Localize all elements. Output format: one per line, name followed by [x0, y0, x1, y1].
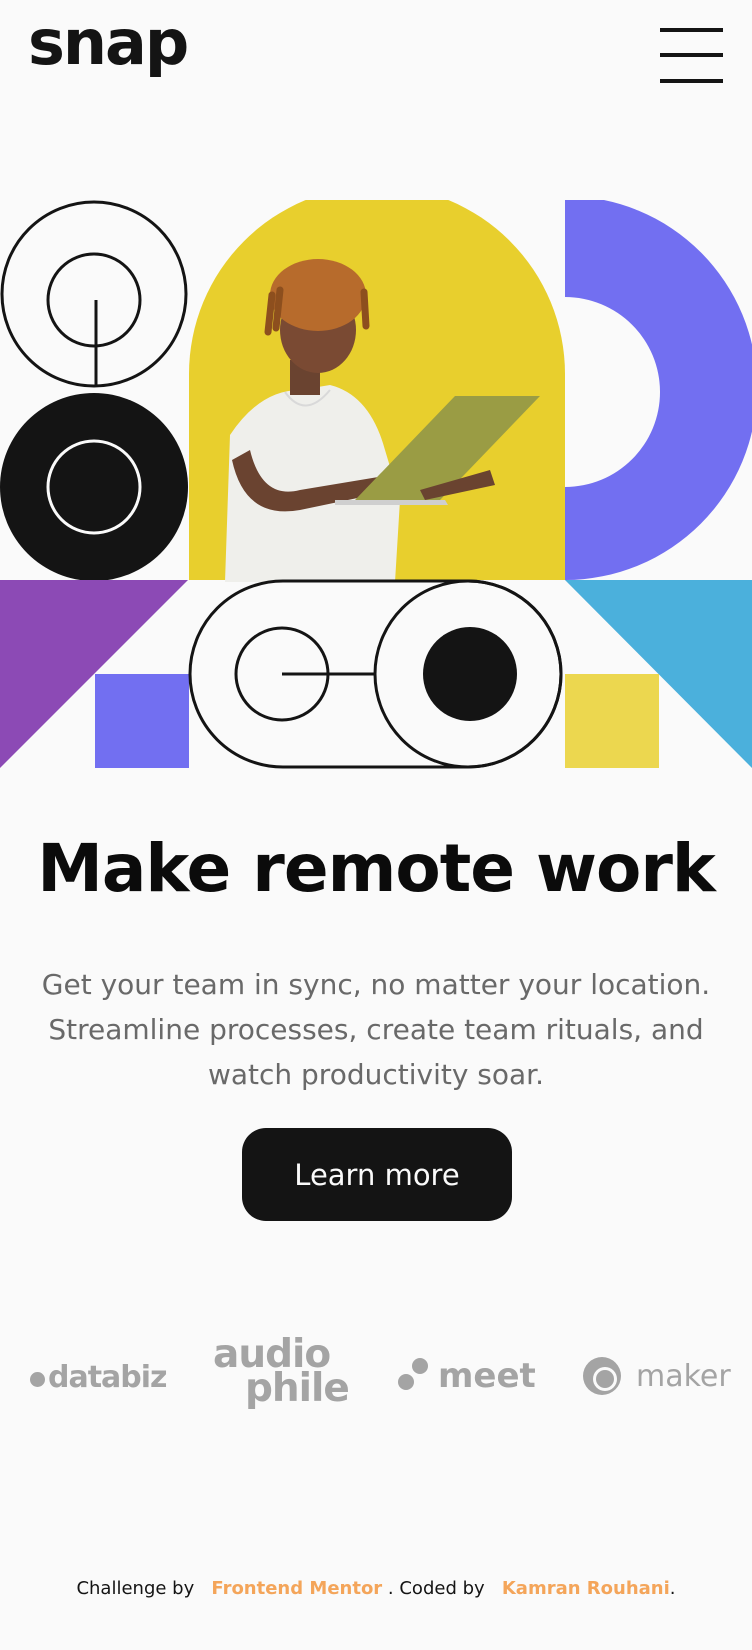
yellow-square-shape	[565, 674, 659, 768]
hero-photo	[189, 200, 565, 582]
databiz-dot-icon	[30, 1372, 45, 1387]
maker-logo: maker	[582, 1356, 731, 1396]
author-link[interactable]: Kamran Rouhani	[502, 1578, 670, 1599]
logo[interactable]: snap	[28, 12, 189, 74]
databiz-logo: databiz	[30, 1360, 168, 1395]
maker-label: maker	[636, 1358, 731, 1394]
hero-illustration	[0, 200, 752, 770]
audiophile-label-line2: phile	[245, 1366, 350, 1411]
hamburger-menu-icon[interactable]	[660, 28, 723, 86]
learn-more-button[interactable]: Learn more	[242, 1128, 512, 1221]
meet-dots-icon	[398, 1358, 432, 1394]
footer-suffix: .	[669, 1578, 676, 1599]
frontend-mentor-link[interactable]: Frontend Mentor	[211, 1578, 382, 1599]
purple-arc-shape	[565, 200, 752, 580]
site-header: snap	[0, 0, 752, 110]
hero-description: Get your team in sync, no matter your lo…	[41, 968, 711, 1091]
meet-logo: meet	[398, 1356, 536, 1396]
meet-label: meet	[438, 1356, 536, 1396]
footer-middle: . Coded by	[387, 1578, 485, 1599]
databiz-label: databiz	[48, 1360, 168, 1395]
outline-circle-shape	[0, 200, 188, 388]
client-logos: databiz audio phile meet maker	[0, 1335, 752, 1418]
purple-square-shape	[95, 674, 189, 768]
attribution-footer: Challenge by Frontend Mentor . Coded by …	[0, 1578, 752, 1599]
black-circle-shape	[0, 393, 188, 581]
footer-prefix: Challenge by	[76, 1578, 195, 1599]
audiophile-logo: audio phile	[213, 1335, 350, 1411]
pill-shape	[188, 579, 563, 769]
page-title: Make remote work	[37, 830, 716, 907]
maker-icon	[583, 1357, 621, 1395]
